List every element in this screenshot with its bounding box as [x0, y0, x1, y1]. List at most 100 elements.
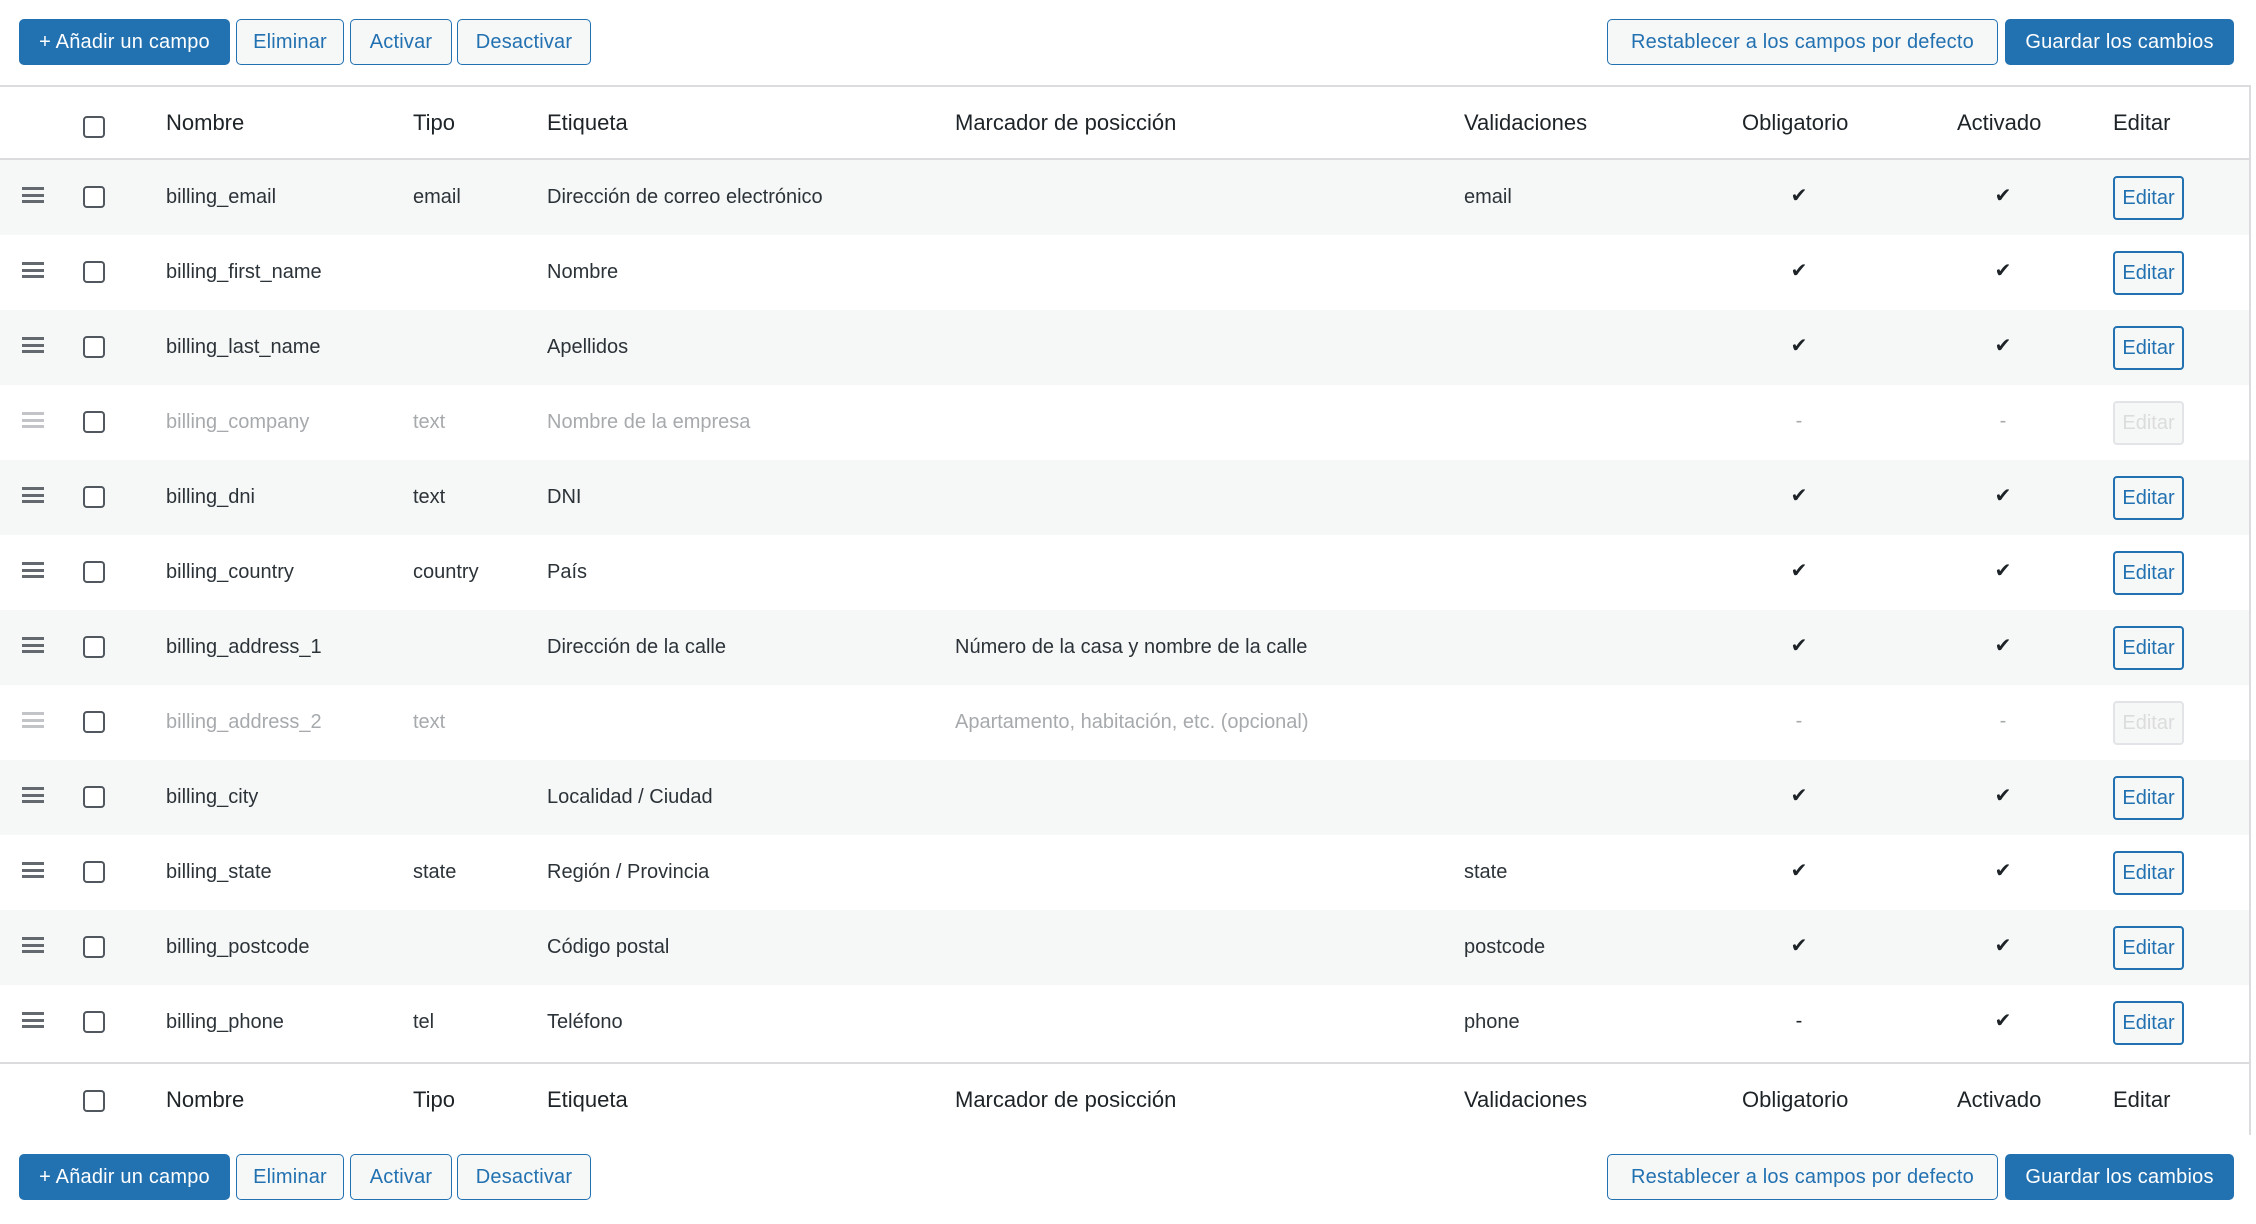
- row-checkbox[interactable]: [83, 411, 105, 433]
- field-placeholder: Apartamento, habitación, etc. (opcional): [955, 711, 1309, 733]
- enable-button-bottom[interactable]: Activar: [350, 1154, 452, 1200]
- drag-handle-icon[interactable]: [22, 187, 44, 203]
- field-name: billing_address_2: [166, 711, 322, 733]
- save-changes-button-bottom[interactable]: Guardar los cambios: [2005, 1154, 2234, 1200]
- field-type: text: [413, 711, 446, 733]
- edit-button[interactable]: Editar: [2113, 326, 2184, 370]
- add-field-button[interactable]: + Añadir un campo: [19, 19, 230, 65]
- field-label: Dirección de la calle: [547, 636, 726, 658]
- disable-button-bottom[interactable]: Desactivar: [457, 1154, 591, 1200]
- drag-handle-icon[interactable]: [22, 487, 44, 503]
- save-changes-button[interactable]: Guardar los cambios: [2005, 19, 2234, 65]
- field-placeholder: Número de la casa y nombre de la calle: [955, 636, 1308, 658]
- edit-button[interactable]: Editar: [2113, 251, 2184, 295]
- drag-handle-icon[interactable]: [22, 712, 44, 728]
- edit-button[interactable]: Editar: [2113, 851, 2184, 895]
- required-checkmark-icon: -: [1795, 710, 1803, 732]
- enabled-checkmark-icon: ✔: [1994, 1010, 2012, 1032]
- edit-button[interactable]: Editar: [2113, 626, 2184, 670]
- enabled-checkmark-icon: ✔: [1994, 860, 2012, 882]
- drag-handle-icon[interactable]: [22, 1012, 44, 1028]
- remove-button-bottom[interactable]: Eliminar: [236, 1154, 344, 1200]
- column-header-edit: Editar: [2113, 110, 2171, 135]
- drag-handle-icon[interactable]: [22, 562, 44, 578]
- required-checkmark-icon: -: [1795, 410, 1803, 432]
- row-checkbox[interactable]: [83, 336, 105, 358]
- column-footer-required: Obligatorio: [1742, 1087, 1849, 1112]
- enabled-checkmark-icon: ✔: [1994, 485, 2012, 507]
- table-row: billing_address_2 text Apartamento, habita…: [0, 685, 2249, 760]
- column-header-name: Nombre: [166, 110, 245, 135]
- row-checkbox[interactable]: [83, 1011, 105, 1033]
- edit-button[interactable]: Editar: [2113, 926, 2184, 970]
- table-footer: Nombre Tipo Etiqueta Marcador de posicci…: [0, 1062, 2249, 1135]
- enabled-checkmark-icon: ✔: [1994, 260, 2012, 282]
- field-label: Región / Provincia: [547, 861, 710, 883]
- required-checkmark-icon: ✔: [1790, 785, 1808, 807]
- row-checkbox[interactable]: [83, 186, 105, 208]
- field-validations: phone: [1464, 1011, 1520, 1033]
- table-header: Nombre Tipo Etiqueta Marcador de posicci…: [0, 87, 2249, 160]
- row-checkbox[interactable]: [83, 486, 105, 508]
- edit-button[interactable]: Editar: [2113, 551, 2184, 595]
- row-checkbox[interactable]: [83, 786, 105, 808]
- column-footer-validations: Validaciones: [1464, 1087, 1588, 1112]
- field-type: email: [413, 186, 461, 208]
- bottom-toolbar: + Añadir un campo Eliminar Activar Desac…: [0, 1136, 2256, 1222]
- select-all-checkbox-footer[interactable]: [83, 1090, 105, 1112]
- edit-button[interactable]: Editar: [2113, 476, 2184, 520]
- edit-button[interactable]: Editar: [2113, 701, 2184, 745]
- enabled-checkmark-icon: ✔: [1994, 635, 2012, 657]
- row-checkbox[interactable]: [83, 636, 105, 658]
- edit-button[interactable]: Editar: [2113, 776, 2184, 820]
- table-row: billing_state state Región / Provincia stat…: [0, 835, 2249, 910]
- field-label: Teléfono: [547, 1011, 623, 1033]
- drag-handle-icon[interactable]: [22, 262, 44, 278]
- field-name: billing_dni: [166, 486, 255, 508]
- column-footer-enabled: Activado: [1957, 1087, 2042, 1112]
- select-all-checkbox[interactable]: [83, 116, 105, 138]
- column-footer-name: Nombre: [166, 1087, 245, 1112]
- required-checkmark-icon: ✔: [1790, 260, 1808, 282]
- field-name: billing_postcode: [166, 936, 310, 958]
- required-checkmark-icon: ✔: [1790, 335, 1808, 357]
- reset-defaults-button[interactable]: Restablecer a los campos por defecto: [1607, 19, 1998, 65]
- enabled-checkmark-icon: ✔: [1994, 935, 2012, 957]
- table-row: billing_address_1 Dirección de la calle Nú…: [0, 610, 2249, 685]
- table-row: billing_company text Nombre de la empresa -…: [0, 385, 2249, 460]
- row-checkbox[interactable]: [83, 861, 105, 883]
- drag-handle-icon[interactable]: [22, 937, 44, 953]
- drag-handle-icon[interactable]: [22, 337, 44, 353]
- drag-handle-icon[interactable]: [22, 787, 44, 803]
- field-name: billing_phone: [166, 1011, 284, 1033]
- edit-button[interactable]: Editar: [2113, 176, 2184, 220]
- drag-handle-icon[interactable]: [22, 412, 44, 428]
- field-label: Apellidos: [547, 336, 629, 358]
- field-name: billing_last_name: [166, 336, 321, 358]
- remove-button[interactable]: Eliminar: [236, 19, 344, 65]
- table-row: billing_city Localidad / Ciudad ✔ ✔ Editar: [0, 760, 2249, 835]
- field-validations: postcode: [1464, 936, 1546, 958]
- drag-handle-icon[interactable]: [22, 862, 44, 878]
- required-checkmark-icon: -: [1795, 1010, 1803, 1032]
- row-checkbox[interactable]: [83, 711, 105, 733]
- required-checkmark-icon: ✔: [1790, 635, 1808, 657]
- top-toolbar: + Añadir un campo Eliminar Activar Desac…: [0, 0, 2256, 86]
- fields-table: Nombre Tipo Etiqueta Marcador de posicci…: [0, 85, 2251, 1135]
- table-row: billing_postcode Código postal postcode ✔ ✔ E…: [0, 910, 2249, 985]
- row-checkbox[interactable]: [83, 936, 105, 958]
- disable-button[interactable]: Desactivar: [457, 19, 591, 65]
- field-type: tel: [413, 1011, 435, 1033]
- table-row: billing_country country País ✔ ✔ Editar: [0, 535, 2249, 610]
- row-checkbox[interactable]: [83, 561, 105, 583]
- column-header-label: Etiqueta: [547, 110, 628, 135]
- field-label: DNI: [547, 486, 582, 508]
- edit-button[interactable]: Editar: [2113, 401, 2184, 445]
- enable-button[interactable]: Activar: [350, 19, 452, 65]
- row-checkbox[interactable]: [83, 261, 105, 283]
- add-field-button-bottom[interactable]: + Añadir un campo: [19, 1154, 230, 1200]
- edit-button[interactable]: Editar: [2113, 1001, 2184, 1045]
- drag-handle-icon[interactable]: [22, 637, 44, 653]
- enabled-checkmark-icon: ✔: [1994, 335, 2012, 357]
- reset-defaults-button-bottom[interactable]: Restablecer a los campos por defecto: [1607, 1154, 1998, 1200]
